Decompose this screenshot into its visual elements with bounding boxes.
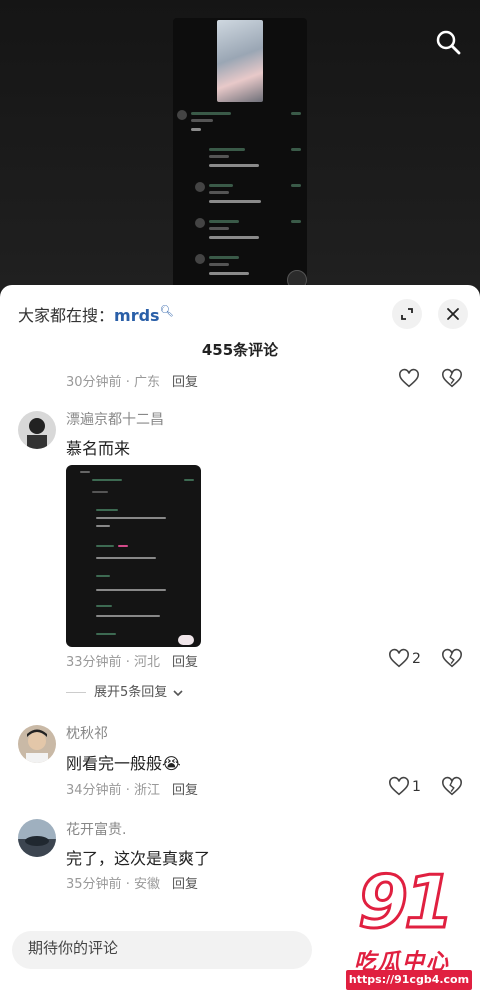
comment-count: 455条评论 (201, 341, 279, 359)
comment-image[interactable] (66, 465, 201, 647)
heart-icon[interactable] (398, 368, 420, 390)
video-comment-row (195, 218, 303, 252)
comment-meta: 35分钟前 · 安徽 回复 (66, 877, 198, 892)
avatar-icon (18, 819, 56, 857)
search-icon[interactable] (434, 28, 462, 56)
comment-meta: 30分钟前 · 广东 回复 (66, 375, 198, 390)
watermark-number: 91 (356, 859, 455, 946)
reply-button[interactable]: 回复 (172, 375, 198, 390)
search-icon: 🔍︎ (159, 304, 174, 318)
broken-heart-icon[interactable] (441, 368, 463, 390)
chevron-down-icon (173, 689, 183, 696)
comment-input[interactable] (28, 939, 288, 957)
like-count: 1 (412, 779, 421, 795)
expand-icon (401, 308, 413, 320)
comment-username[interactable]: 花开富贵. (66, 819, 126, 839)
video-thumbnail (217, 20, 263, 102)
hot-search-prefix: 大家都在搜： (18, 306, 115, 325)
broken-heart-icon[interactable] (441, 776, 463, 798)
comment-username[interactable]: 漂遍京都十二昌 (66, 409, 164, 429)
video-comment-row (177, 110, 303, 144)
watermark-logo: 91 吃瓜中心 https://91cgb4.com (338, 858, 480, 997)
comment-meta: 33分钟前 · 河北 回复 (66, 655, 198, 670)
close-button[interactable] (438, 299, 468, 329)
avatar[interactable] (18, 819, 56, 857)
avatar-icon (18, 411, 56, 449)
divider (66, 692, 86, 693)
broken-heart-icon[interactable] (441, 648, 463, 670)
hot-search-keyword[interactable]: mrds (114, 306, 160, 325)
avatar[interactable] (18, 411, 56, 449)
video-comment-row (195, 182, 303, 216)
heart-icon[interactable] (388, 648, 410, 670)
avatar-icon (18, 725, 56, 763)
video-comment-row (195, 146, 303, 180)
heart-icon[interactable] (388, 776, 410, 798)
crying-emoji: 😭 (162, 754, 181, 773)
expand-replies[interactable]: 展开5条回复 (66, 681, 183, 700)
reply-button[interactable]: 回复 (172, 877, 198, 892)
comment-text: 完了，这次是真爽了 (66, 849, 211, 868)
watermark-url: https://91cgb4.com (346, 970, 472, 990)
close-icon (447, 308, 459, 320)
expand-button[interactable] (392, 299, 422, 329)
comment-username[interactable]: 枕秋祁 (66, 723, 108, 743)
comment-input-bar[interactable] (12, 931, 312, 969)
video-frame[interactable] (173, 18, 307, 290)
hot-search[interactable]: 大家都在搜：mrds🔍︎ (18, 302, 174, 326)
reply-button[interactable]: 回复 (172, 655, 198, 670)
comment-text: 慕名而来 (66, 439, 131, 458)
like-count: 2 (412, 651, 421, 667)
avatar[interactable] (18, 725, 56, 763)
sheet-header: 大家都在搜：mrds🔍︎ (0, 285, 480, 341)
comment-text: 刚看完一般般😭 (66, 754, 181, 773)
reply-button[interactable]: 回复 (172, 783, 198, 798)
video-background[interactable] (0, 0, 480, 290)
comment-meta: 34分钟前 · 浙江 回复 (66, 783, 198, 798)
